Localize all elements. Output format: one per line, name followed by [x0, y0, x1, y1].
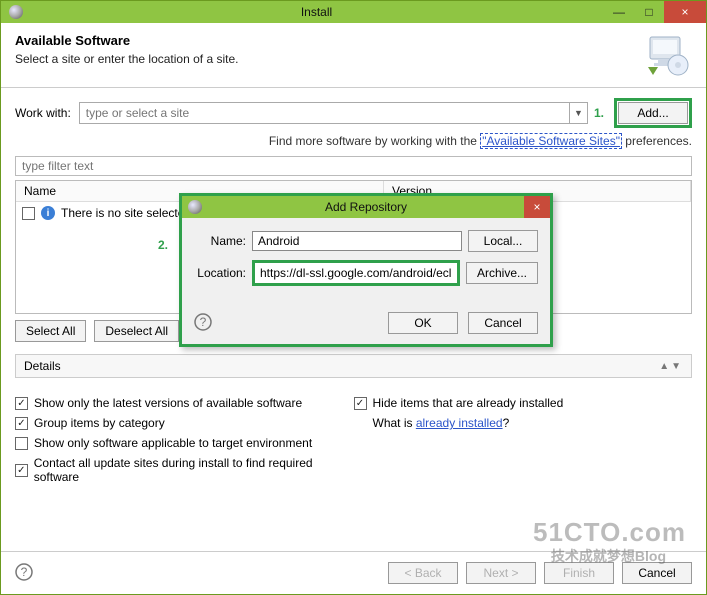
select-all-button[interactable]: Select All	[15, 320, 86, 342]
location-highlight	[252, 260, 460, 286]
back-button[interactable]: < Back	[388, 562, 458, 584]
header-title: Available Software	[15, 33, 644, 48]
eclipse-icon	[9, 5, 23, 19]
name-label: Name:	[194, 234, 246, 248]
modal-help-icon[interactable]: ?	[194, 313, 212, 334]
watermark-1: 51CTO.com	[533, 517, 686, 548]
already-installed-line: What is already installed?	[354, 416, 693, 430]
work-with-dropdown[interactable]: ▼	[570, 102, 588, 124]
location-input[interactable]	[255, 263, 457, 283]
no-site-message: There is no site selected.	[61, 206, 194, 220]
modal-title: Add Repository	[208, 200, 524, 214]
add-repository-dialog: Add Repository × Name: Local... Location…	[179, 193, 553, 347]
watermark-2: 技术成就梦想Blog	[551, 546, 666, 566]
svg-text:?: ?	[21, 565, 28, 579]
filter-input[interactable]	[15, 156, 692, 176]
work-with-input[interactable]	[79, 102, 570, 124]
annotation-1: 1.	[594, 106, 604, 120]
eclipse-icon	[188, 200, 202, 214]
location-label: Location:	[194, 266, 246, 280]
ok-button[interactable]: OK	[388, 312, 458, 334]
header-subtitle: Select a site or enter the location of a…	[15, 52, 644, 66]
already-installed-link[interactable]: already installed	[416, 416, 503, 430]
titlebar: Install — □ ×	[1, 1, 706, 23]
deselect-all-button[interactable]: Deselect All	[94, 320, 179, 342]
details-label: Details	[24, 359, 61, 373]
info-icon: i	[41, 206, 55, 220]
local-button[interactable]: Local...	[468, 230, 538, 252]
archive-button[interactable]: Archive...	[466, 262, 538, 284]
install-wizard-icon	[644, 33, 692, 77]
modal-close-button[interactable]: ×	[524, 196, 550, 218]
details-bar[interactable]: Details ▲▼	[15, 354, 692, 378]
name-input[interactable]	[252, 231, 462, 251]
work-with-row: Work with: ▼ 1. Add...	[15, 98, 692, 128]
available-sites-link[interactable]: "Available Software Sites"	[480, 133, 622, 149]
chk-latest[interactable]: ✓	[15, 397, 28, 410]
chk-hide[interactable]: ✓	[354, 397, 367, 410]
work-with-label: Work with:	[15, 106, 71, 120]
find-more-line: Find more software by working with the "…	[15, 134, 692, 148]
window-title: Install	[29, 5, 604, 19]
modal-cancel-button[interactable]: Cancel	[468, 312, 538, 334]
help-icon[interactable]: ?	[15, 563, 33, 584]
header-band: Available Software Select a site or ente…	[1, 23, 706, 88]
chk-applicable[interactable]	[15, 437, 28, 450]
add-button-highlight: Add...	[614, 98, 692, 128]
svg-text:?: ?	[200, 315, 207, 329]
minimize-button[interactable]: —	[604, 1, 634, 23]
window-buttons: — □ ×	[604, 1, 706, 23]
options-checks: ✓Show only the latest versions of availa…	[15, 396, 692, 490]
close-button[interactable]: ×	[664, 1, 706, 23]
install-window: Install — □ × Available Software Select …	[0, 0, 707, 595]
modal-titlebar: Add Repository ×	[182, 196, 550, 218]
maximize-button[interactable]: □	[634, 1, 664, 23]
chk-group[interactable]: ✓	[15, 417, 28, 430]
add-button[interactable]: Add...	[618, 102, 688, 124]
annotation-2: 2.	[158, 238, 168, 252]
next-button[interactable]: Next >	[466, 562, 536, 584]
row-checkbox[interactable]	[22, 207, 35, 220]
details-expand-icon[interactable]: ▲▼	[659, 361, 683, 372]
chk-contact[interactable]: ✓	[15, 464, 28, 477]
